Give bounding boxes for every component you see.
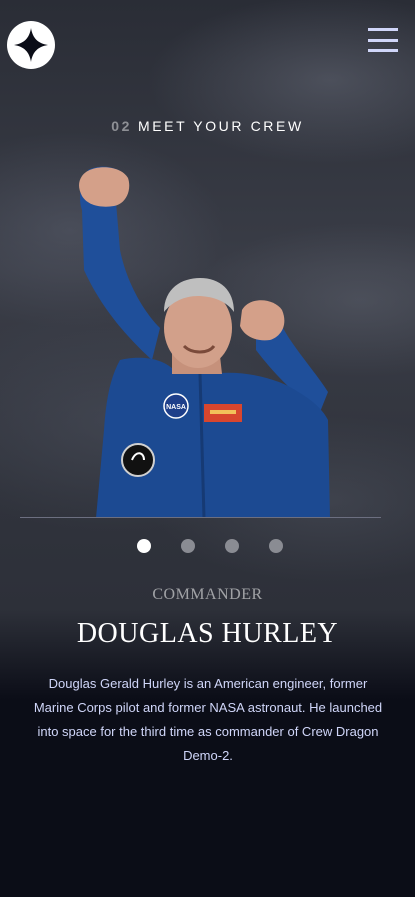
image-divider: [20, 517, 381, 518]
crew-dot-4[interactable]: [268, 539, 283, 553]
star-logo-icon: [14, 28, 48, 62]
crew-bio: Douglas Gerald Hurley is an American eng…: [33, 676, 383, 763]
crew-dot-2[interactable]: [180, 539, 195, 553]
crew-member-image: NASA: [79, 166, 330, 518]
site-header: [0, 0, 415, 90]
page-title-text: Meet your crew: [137, 118, 304, 134]
page-title-number: 02: [111, 118, 132, 134]
crew-dot-3[interactable]: [224, 539, 239, 553]
nasa-patch-label: NASA: [166, 404, 186, 411]
menu-bar: [368, 28, 398, 31]
page-title: 02 Meet your crew: [0, 118, 415, 134]
hamburger-menu-icon[interactable]: [368, 28, 398, 52]
crew-carousel-dots: [0, 539, 415, 553]
home-logo-link[interactable]: [7, 21, 55, 69]
crew-dot-1[interactable]: [136, 539, 151, 553]
menu-bar: [368, 38, 398, 42]
crew-role: Commander: [152, 586, 263, 603]
menu-bar: [368, 49, 398, 52]
crew-name: Douglas Hurley: [76, 618, 339, 649]
